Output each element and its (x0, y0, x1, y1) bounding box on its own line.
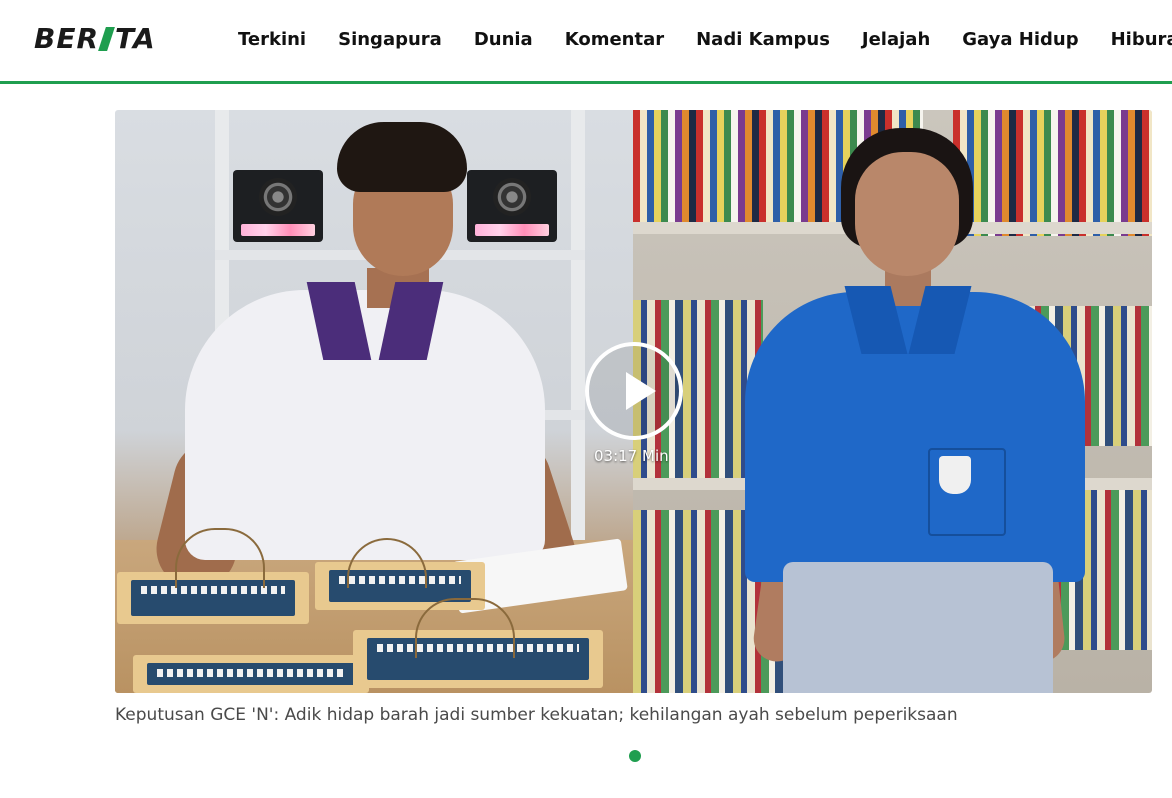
main-nav: Terkini Singapura Dunia Komentar Nadi Ka… (222, 28, 1172, 52)
nav-item-nadi-kampus[interactable]: Nadi Kampus (680, 28, 846, 52)
berita-logo[interactable]: BER TA (34, 22, 156, 55)
pinafore-skirt (783, 562, 1053, 693)
speaker-right (467, 170, 557, 242)
play-button[interactable] (585, 342, 683, 440)
shirt-collar (306, 282, 444, 362)
student-head (337, 122, 467, 276)
shirt-collar (844, 286, 972, 356)
bookshelf-books (953, 110, 1152, 236)
hero-photo-right (633, 110, 1152, 693)
nav-item-gaya-hidup[interactable]: Gaya Hidup (946, 28, 1094, 52)
play-icon (626, 372, 656, 410)
hero-photo-left (115, 110, 633, 693)
nav-item-dunia[interactable]: Dunia (458, 28, 549, 52)
nav-item-singapura[interactable]: Singapura (322, 28, 458, 52)
circuit-board (133, 655, 369, 693)
nav-item-jelajah[interactable]: Jelajah (846, 28, 946, 52)
logo-text: BER (34, 22, 100, 55)
site-header: BER TA Terkini Singapura Dunia Komentar N… (0, 0, 1172, 84)
logo-text-end: TA (115, 22, 156, 55)
speaker-left (233, 170, 323, 242)
student-face (855, 152, 959, 276)
video-duration: 03:17 Min (594, 447, 669, 465)
carousel-dot-active[interactable] (629, 750, 641, 762)
logo-slash-mark (98, 27, 115, 51)
school-crest-icon (939, 456, 971, 494)
nav-item-terkini[interactable]: Terkini (222, 28, 322, 52)
nav-item-komentar[interactable]: Komentar (549, 28, 680, 52)
nav-item-hiburan[interactable]: Hiburan (1095, 28, 1172, 52)
wire (415, 598, 515, 658)
hero-caption-link[interactable]: Keputusan GCE 'N': Adik hidap barah jadi… (115, 705, 958, 725)
hero-video[interactable]: 03:17 Min (115, 110, 1152, 693)
